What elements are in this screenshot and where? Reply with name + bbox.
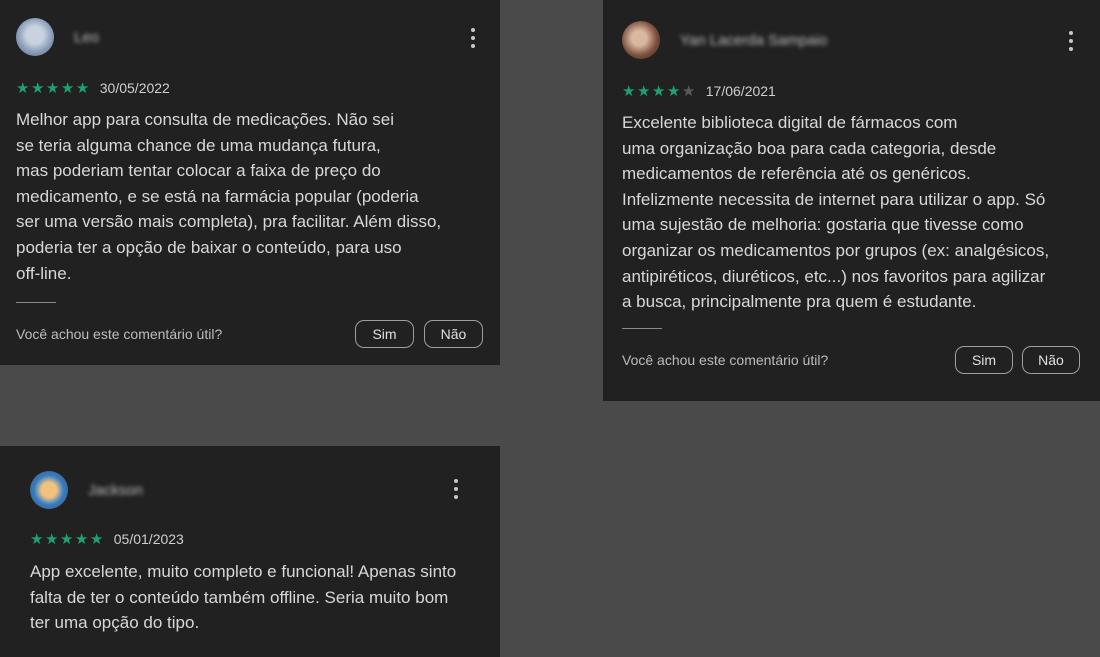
star-icon: ★ bbox=[666, 82, 681, 100]
avatar bbox=[30, 471, 68, 509]
star-rating: ★ ★ ★ ★ ★ bbox=[622, 84, 697, 99]
star-icon: ★ bbox=[59, 530, 74, 548]
star-icon: ★ bbox=[75, 79, 90, 97]
review-text: App excelente, muito completo e funciona… bbox=[30, 562, 457, 633]
avatar bbox=[16, 18, 54, 56]
more-vert-icon[interactable] bbox=[448, 477, 464, 501]
star-rating: ★ ★ ★ ★ ★ bbox=[16, 81, 91, 96]
review-header: Leo bbox=[16, 18, 99, 56]
review-date: 30/05/2022 bbox=[99, 80, 170, 96]
divider bbox=[622, 328, 662, 329]
star-icon: ★ bbox=[622, 82, 636, 100]
helpful-prompt: Você achou este comentário útil? bbox=[622, 352, 829, 368]
star-icon: ★ bbox=[651, 82, 666, 100]
more-vert-icon[interactable] bbox=[1063, 29, 1079, 53]
rating-row: ★ ★ ★ ★ ★ 17/06/2021 bbox=[622, 83, 776, 99]
author-name: Jackson bbox=[88, 481, 144, 499]
star-icon: ★ bbox=[681, 82, 696, 100]
star-icon: ★ bbox=[30, 79, 45, 97]
review-date: 05/01/2023 bbox=[113, 531, 184, 547]
star-rating: ★ ★ ★ ★ ★ bbox=[30, 532, 105, 547]
star-icon: ★ bbox=[60, 79, 75, 97]
author-name: Yan Lacerda Sampaio bbox=[680, 31, 828, 49]
star-icon: ★ bbox=[45, 79, 60, 97]
review-card: Jackson ★ ★ ★ ★ ★ 05/01/2023 App excelente, … bbox=[0, 446, 500, 657]
helpful-yes-button[interactable]: Sim bbox=[955, 346, 1013, 374]
review-date: 17/06/2021 bbox=[705, 83, 776, 99]
star-icon: ★ bbox=[74, 530, 89, 548]
review-card: Yan Lacerda Sampaio ★ ★ ★ ★ ★ 17/06/2021 Exc… bbox=[603, 0, 1100, 401]
review-header: Yan Lacerda Sampaio bbox=[622, 21, 827, 59]
helpful-no-button[interactable]: Não bbox=[1022, 346, 1080, 374]
avatar bbox=[622, 21, 660, 59]
author-name: Leo bbox=[74, 28, 100, 46]
star-icon: ★ bbox=[44, 530, 59, 548]
review-text: Excelente biblioteca digital de fármacos… bbox=[622, 113, 1050, 312]
star-icon: ★ bbox=[636, 82, 651, 100]
review-card: Leo ★ ★ ★ ★ ★ 30/05/2022 Melhor app para con… bbox=[0, 0, 500, 365]
star-icon: ★ bbox=[30, 530, 44, 548]
helpful-yes-button[interactable]: Sim bbox=[355, 320, 414, 348]
divider bbox=[16, 302, 56, 303]
review-header: Jackson bbox=[30, 471, 143, 509]
rating-row: ★ ★ ★ ★ ★ 05/01/2023 bbox=[30, 531, 184, 547]
rating-row: ★ ★ ★ ★ ★ 30/05/2022 bbox=[16, 80, 170, 96]
helpful-no-button[interactable]: Não bbox=[424, 320, 483, 348]
review-text: Melhor app para consulta de medicações. … bbox=[16, 110, 442, 283]
star-icon: ★ bbox=[89, 530, 104, 548]
star-icon: ★ bbox=[16, 79, 30, 97]
helpful-prompt: Você achou este comentário útil? bbox=[16, 326, 223, 342]
more-vert-icon[interactable] bbox=[465, 26, 481, 50]
